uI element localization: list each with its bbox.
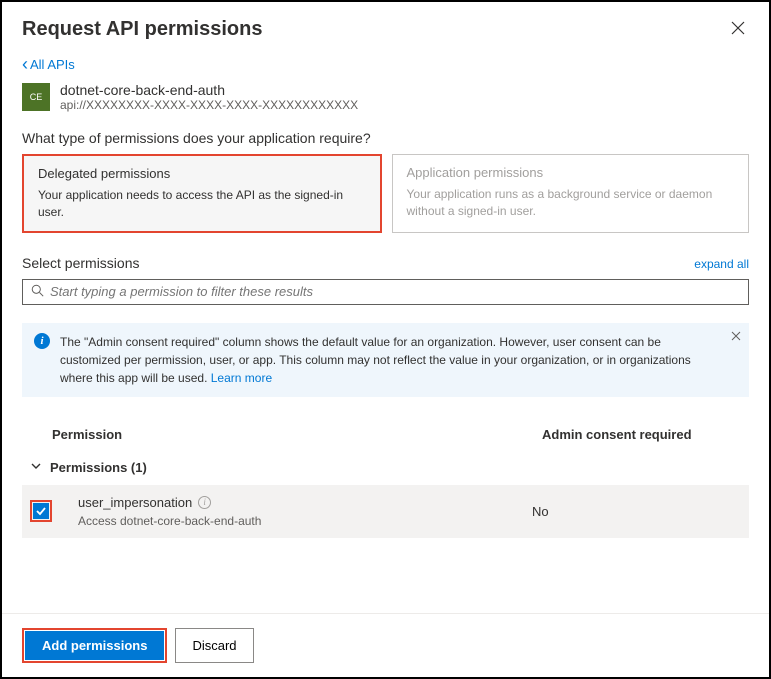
add-permissions-button[interactable]: Add permissions	[25, 631, 164, 660]
application-desc: Your application runs as a background se…	[407, 186, 735, 220]
delegated-title: Delegated permissions	[38, 166, 366, 181]
col-permission: Permission	[52, 427, 542, 442]
footer: Add permissions Discard	[2, 613, 769, 677]
permission-type-question: What type of permissions does your appli…	[22, 130, 749, 146]
discard-button[interactable]: Discard	[175, 628, 253, 663]
col-admin-consent: Admin consent required	[542, 427, 719, 442]
search-input[interactable]	[50, 284, 740, 299]
permission-name: user_impersonation	[78, 495, 192, 510]
admin-consent-value: No	[532, 504, 549, 519]
learn-more-link[interactable]: Learn more	[211, 371, 272, 385]
close-icon[interactable]	[727, 17, 749, 42]
application-permissions-card[interactable]: Application permissions Your application…	[392, 154, 750, 233]
search-icon	[31, 284, 44, 300]
page-title: Request API permissions	[22, 18, 262, 41]
info-icon: i	[34, 333, 50, 349]
table-header: Permission Admin consent required	[22, 419, 749, 450]
api-uri: api://XXXXXXXX-XXXX-XXXX-XXXX-XXXXXXXXXX…	[60, 98, 358, 112]
api-header: CE dotnet-core-back-end-auth api://XXXXX…	[22, 82, 749, 112]
group-label: Permissions (1)	[50, 460, 147, 475]
api-icon: CE	[22, 83, 50, 111]
info-hint-icon[interactable]: i	[198, 496, 211, 509]
chevron-down-icon	[30, 460, 42, 475]
back-label: All APIs	[30, 57, 75, 72]
delegated-permissions-card[interactable]: Delegated permissions Your application n…	[22, 154, 382, 233]
expand-all-link[interactable]: expand all	[694, 257, 749, 271]
permission-desc: Access dotnet-core-back-end-auth	[78, 514, 532, 528]
permissions-group-toggle[interactable]: Permissions (1)	[22, 450, 749, 485]
dismiss-info-icon[interactable]	[731, 331, 741, 344]
api-name: dotnet-core-back-end-auth	[60, 82, 358, 98]
table-row: user_impersonation i Access dotnet-core-…	[22, 485, 749, 538]
application-title: Application permissions	[407, 165, 735, 180]
permission-search[interactable]	[22, 279, 749, 305]
info-banner: i The "Admin consent required" column sh…	[22, 323, 749, 397]
delegated-desc: Your application needs to access the API…	[38, 187, 366, 221]
info-text: The "Admin consent required" column show…	[60, 333, 721, 387]
select-permissions-label: Select permissions	[22, 255, 140, 271]
permission-checkbox[interactable]	[33, 503, 49, 519]
back-all-apis-link[interactable]: All APIs	[22, 57, 75, 72]
